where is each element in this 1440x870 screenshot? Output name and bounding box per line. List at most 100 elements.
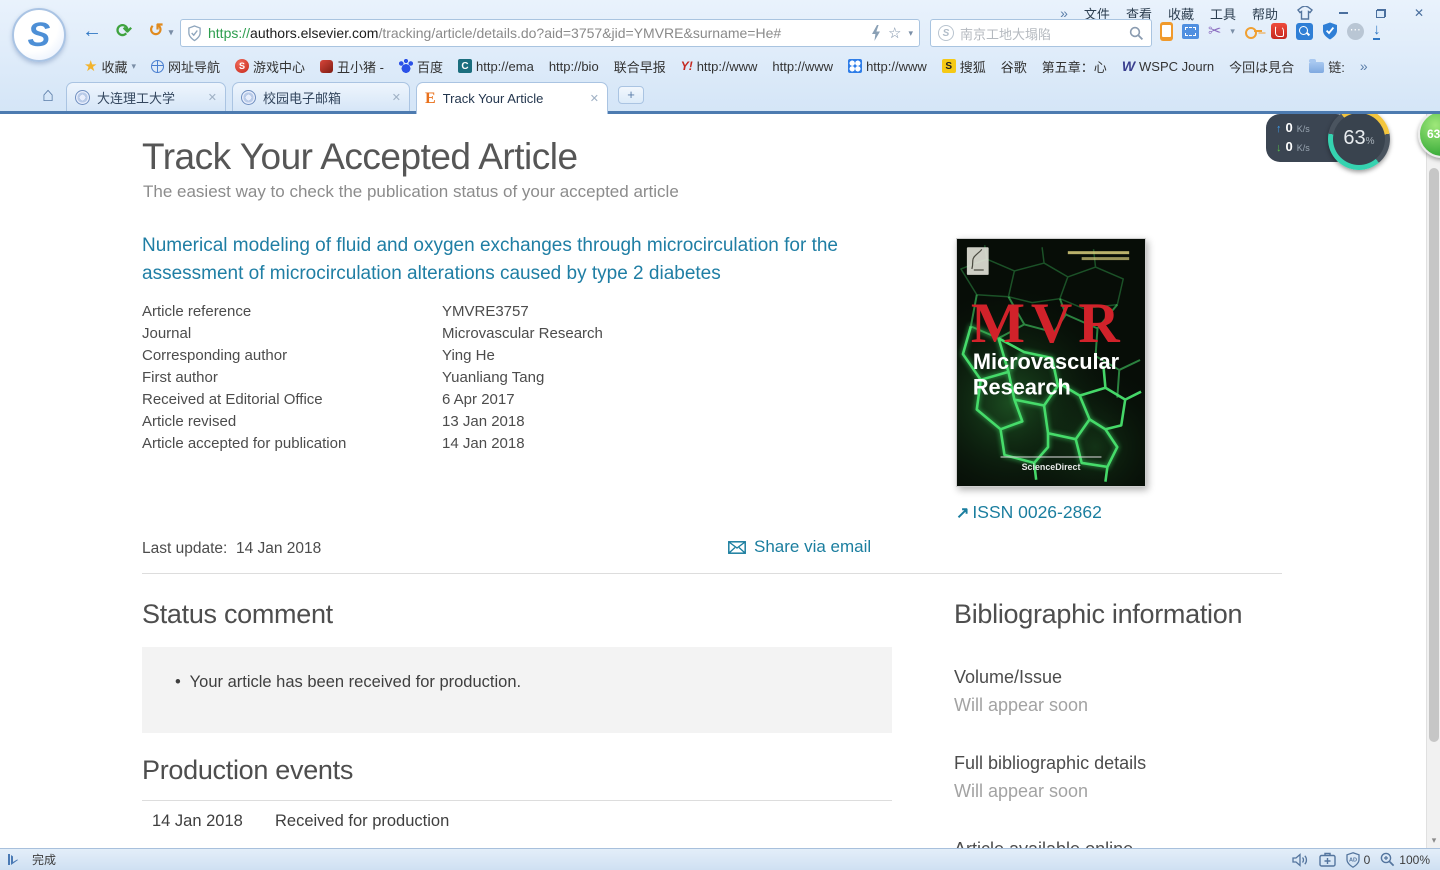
security-shield-icon (187, 25, 202, 42)
zoom-magnifier-icon (1380, 852, 1395, 867)
url-text[interactable]: https://authors.elsevier.com/tracking/ar… (208, 25, 865, 41)
bookmark-item[interactable]: 联合早报 (614, 57, 666, 76)
accelerator-ball-widget[interactable]: 63 (1418, 114, 1440, 158)
security-protect-icon[interactable] (1322, 22, 1338, 40)
quick-search-app-icon[interactable] (1296, 23, 1313, 40)
usage-percent-value: 63 (1343, 128, 1365, 148)
folder-icon (1309, 62, 1324, 73)
bookmark-item[interactable]: 今回は見合 (1229, 57, 1294, 76)
bookmark-item[interactable]: 链: (1309, 57, 1345, 76)
page-subtitle: The easiest way to check the publication… (143, 182, 679, 202)
undo-dropdown-caret-icon[interactable]: ▾ (166, 27, 176, 38)
bookmark-item[interactable]: http://bio (549, 59, 599, 74)
bookmark-item[interactable]: http://www (772, 59, 833, 74)
section-divider (142, 573, 1282, 574)
email-envelope-icon (728, 541, 746, 554)
clip-scissors-icon[interactable]: ✂ (1208, 21, 1221, 41)
download-manager-icon[interactable]: ↓ (1373, 23, 1381, 40)
bookmark-item-favorites[interactable]: ★收藏▾ (84, 57, 136, 76)
tab-track-your-article[interactable]: E Track Your Article ✕ (416, 82, 608, 114)
biblio-label: Volume/Issue (954, 667, 1062, 688)
biblio-value: Will appear soon (954, 781, 1088, 802)
bookmark-dropdown-caret-icon[interactable]: ▾ (908, 28, 913, 39)
search-box[interactable]: S 南京工地大塌陷 (930, 19, 1152, 47)
detail-value: 13 Jan 2018 (442, 413, 525, 430)
scrollbar-down-arrow-icon[interactable]: ▾ (1427, 835, 1440, 846)
scrollbar-thumb[interactable] (1429, 168, 1439, 742)
bookmark-item[interactable]: 第五章：心 (1042, 57, 1107, 76)
detail-label: Corresponding author (142, 347, 287, 364)
bookmark-item[interactable]: S游戏中心 (235, 57, 305, 76)
screenshot-icon[interactable] (1182, 24, 1199, 39)
speaker-icon[interactable] (1292, 853, 1309, 867)
wspc-icon: W (1122, 58, 1135, 74)
search-input[interactable]: 南京工地大塌陷 (960, 24, 1123, 43)
cover-journal-line1: Microvascular (973, 349, 1120, 374)
detail-label: Article revised (142, 413, 236, 430)
side-panel-toggle-icon[interactable] (8, 854, 18, 865)
last-update: Last update: 14 Jan 2018 (142, 540, 321, 558)
resource-usage-gauge[interactable]: 63 % (1328, 114, 1390, 170)
page-content: Track Your Accepted Article The easiest … (0, 114, 1440, 848)
cover-footer-brand: ScienceDirect (1022, 462, 1081, 472)
bookmark-item[interactable]: WWSPC Journ (1122, 58, 1214, 74)
sogou-browser-logo[interactable]: S (12, 8, 66, 62)
tab-close-icon[interactable]: ✕ (208, 91, 217, 104)
external-link-arrow-icon: ↗ (956, 503, 969, 523)
gauge-inner: 63 % (1333, 114, 1385, 165)
ad-block-counter[interactable]: AD 0 (1346, 852, 1371, 868)
university-seal-favicon (75, 90, 90, 105)
globe-icon (151, 60, 164, 73)
shopping-icon[interactable] (1271, 23, 1287, 39)
vertical-scrollbar[interactable]: ▾ (1426, 114, 1440, 848)
bookmark-item[interactable]: 谷歌 (1001, 57, 1027, 76)
site-favicon (320, 60, 333, 73)
zoom-control[interactable]: 100% (1380, 852, 1430, 867)
journal-cover-image: MVR Microvascular Research ScienceDirect (956, 238, 1146, 487)
bookmark-item[interactable]: Chttp://ema (458, 59, 534, 74)
star-icon: ★ (84, 57, 97, 75)
status-comment-box: • Your article has been received for pro… (142, 647, 892, 733)
bookmark-item[interactable]: 网址导航 (151, 57, 220, 76)
more-tools-icon[interactable]: ⋯ (1347, 23, 1364, 40)
clip-dropdown-caret-icon[interactable]: ▾ (1230, 26, 1235, 37)
address-bar[interactable]: https://authors.elsevier.com/tracking/ar… (180, 19, 920, 47)
svg-text:AD: AD (1349, 857, 1357, 863)
bookmark-star-icon[interactable]: ☆ (888, 24, 901, 42)
tab-dlut[interactable]: 大连理工大学 ✕ (66, 82, 226, 111)
cover-journal-line2: Research (973, 375, 1071, 400)
bookmark-item[interactable]: Y!http://www (681, 59, 758, 74)
detail-row: Article revised13 Jan 2018 (142, 413, 236, 430)
send-to-phone-icon[interactable] (1160, 22, 1173, 41)
detail-value: YMVRE3757 (442, 303, 529, 320)
bookmark-item[interactable]: S搜狐 (942, 57, 986, 76)
detail-label: Article accepted for publication (142, 435, 346, 452)
tab-close-icon[interactable]: ✕ (590, 92, 599, 105)
bibliographic-heading: Bibliographic information (954, 599, 1242, 630)
tab-campus-email[interactable]: 校园电子邮箱 ✕ (232, 82, 410, 111)
search-icon[interactable] (1129, 26, 1144, 41)
password-key-icon[interactable] (1244, 22, 1262, 40)
bookmark-item[interactable]: http://www (848, 59, 927, 74)
issn-link[interactable]: ↗ ISSN 0026-2862 (956, 502, 1102, 523)
undo-close-button[interactable]: ↺ (144, 20, 168, 41)
status-comment-heading: Status comment (142, 599, 333, 630)
new-tab-button[interactable]: + (618, 86, 644, 104)
back-button[interactable]: ← (80, 20, 104, 43)
lightning-icon[interactable] (871, 25, 881, 41)
home-button[interactable]: ⌂ (42, 84, 54, 107)
site-favicon: C (458, 59, 472, 73)
tab-close-icon[interactable]: ✕ (392, 91, 401, 104)
share-via-email-link[interactable]: Share via email (728, 537, 871, 557)
bookmark-item[interactable]: 百度 (399, 57, 443, 76)
url-domain: authors.elsevier.com (250, 25, 378, 41)
refresh-button[interactable]: ⟳ (112, 20, 136, 43)
bookmark-item[interactable]: 丑小猪 - (320, 57, 384, 76)
biblio-label: Full bibliographic details (954, 753, 1146, 774)
university-seal-favicon (241, 90, 256, 105)
medkit-capture-icon[interactable] (1319, 852, 1336, 867)
detail-value: 14 Jan 2018 (442, 435, 525, 452)
game-center-icon: S (235, 59, 249, 73)
event-date: 14 Jan 2018 (152, 812, 243, 831)
bookmarks-overflow-icon[interactable]: » (1360, 58, 1368, 74)
